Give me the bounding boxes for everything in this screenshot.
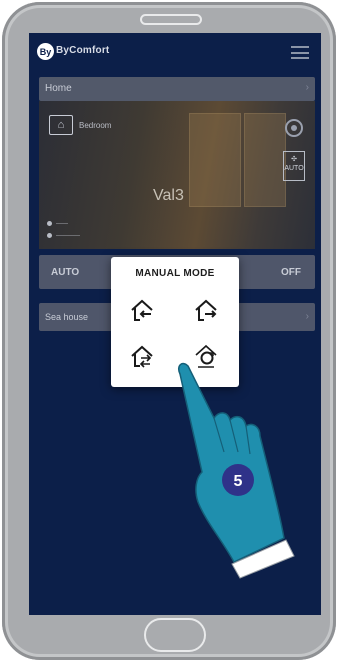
pointing-hand-icon: 5 xyxy=(177,362,295,579)
hamburger-menu-icon[interactable] xyxy=(291,46,309,59)
home-arrow-out-icon[interactable] xyxy=(191,295,221,325)
room-photo-window xyxy=(244,113,286,207)
chevron-right-icon: › xyxy=(305,311,309,322)
room-temperature-value: Val3 xyxy=(153,187,184,204)
off-mode-button[interactable]: OFF xyxy=(281,267,301,278)
fan-mode-icon[interactable]: ✣ AUTO xyxy=(283,151,305,181)
location-selector-label: Sea house xyxy=(45,312,89,322)
phone-speaker xyxy=(140,14,202,25)
app-logo-text: ByComfort xyxy=(56,45,110,56)
chevron-right-icon: › xyxy=(305,82,309,93)
room-stat-humidity: —— xyxy=(47,221,68,227)
popup-title: MANUAL MODE xyxy=(135,268,215,279)
step-badge-number: 5 xyxy=(234,473,243,490)
room-type-icon: ⌂ xyxy=(49,115,73,135)
room-card[interactable]: ⌂ Bedroom ✣ AUTO Val3 —— ———— xyxy=(39,101,315,249)
gear-icon[interactable] xyxy=(285,119,303,137)
room-photo-window xyxy=(189,113,241,207)
room-name: Bedroom xyxy=(79,121,112,130)
home-selector-label: Home xyxy=(45,83,72,94)
home-selector[interactable]: Home › xyxy=(39,77,315,101)
phone-home-button[interactable] xyxy=(144,618,206,652)
logo-icon: By xyxy=(37,43,54,60)
home-arrow-in-icon[interactable] xyxy=(127,295,157,325)
room-stat-power: ———— xyxy=(47,233,80,239)
home-swap-icon[interactable] xyxy=(127,341,157,371)
auto-mode-button[interactable]: AUTO xyxy=(51,267,79,278)
fan-mode-label: AUTO xyxy=(284,165,304,172)
app-header: By ByComfort xyxy=(29,33,321,71)
